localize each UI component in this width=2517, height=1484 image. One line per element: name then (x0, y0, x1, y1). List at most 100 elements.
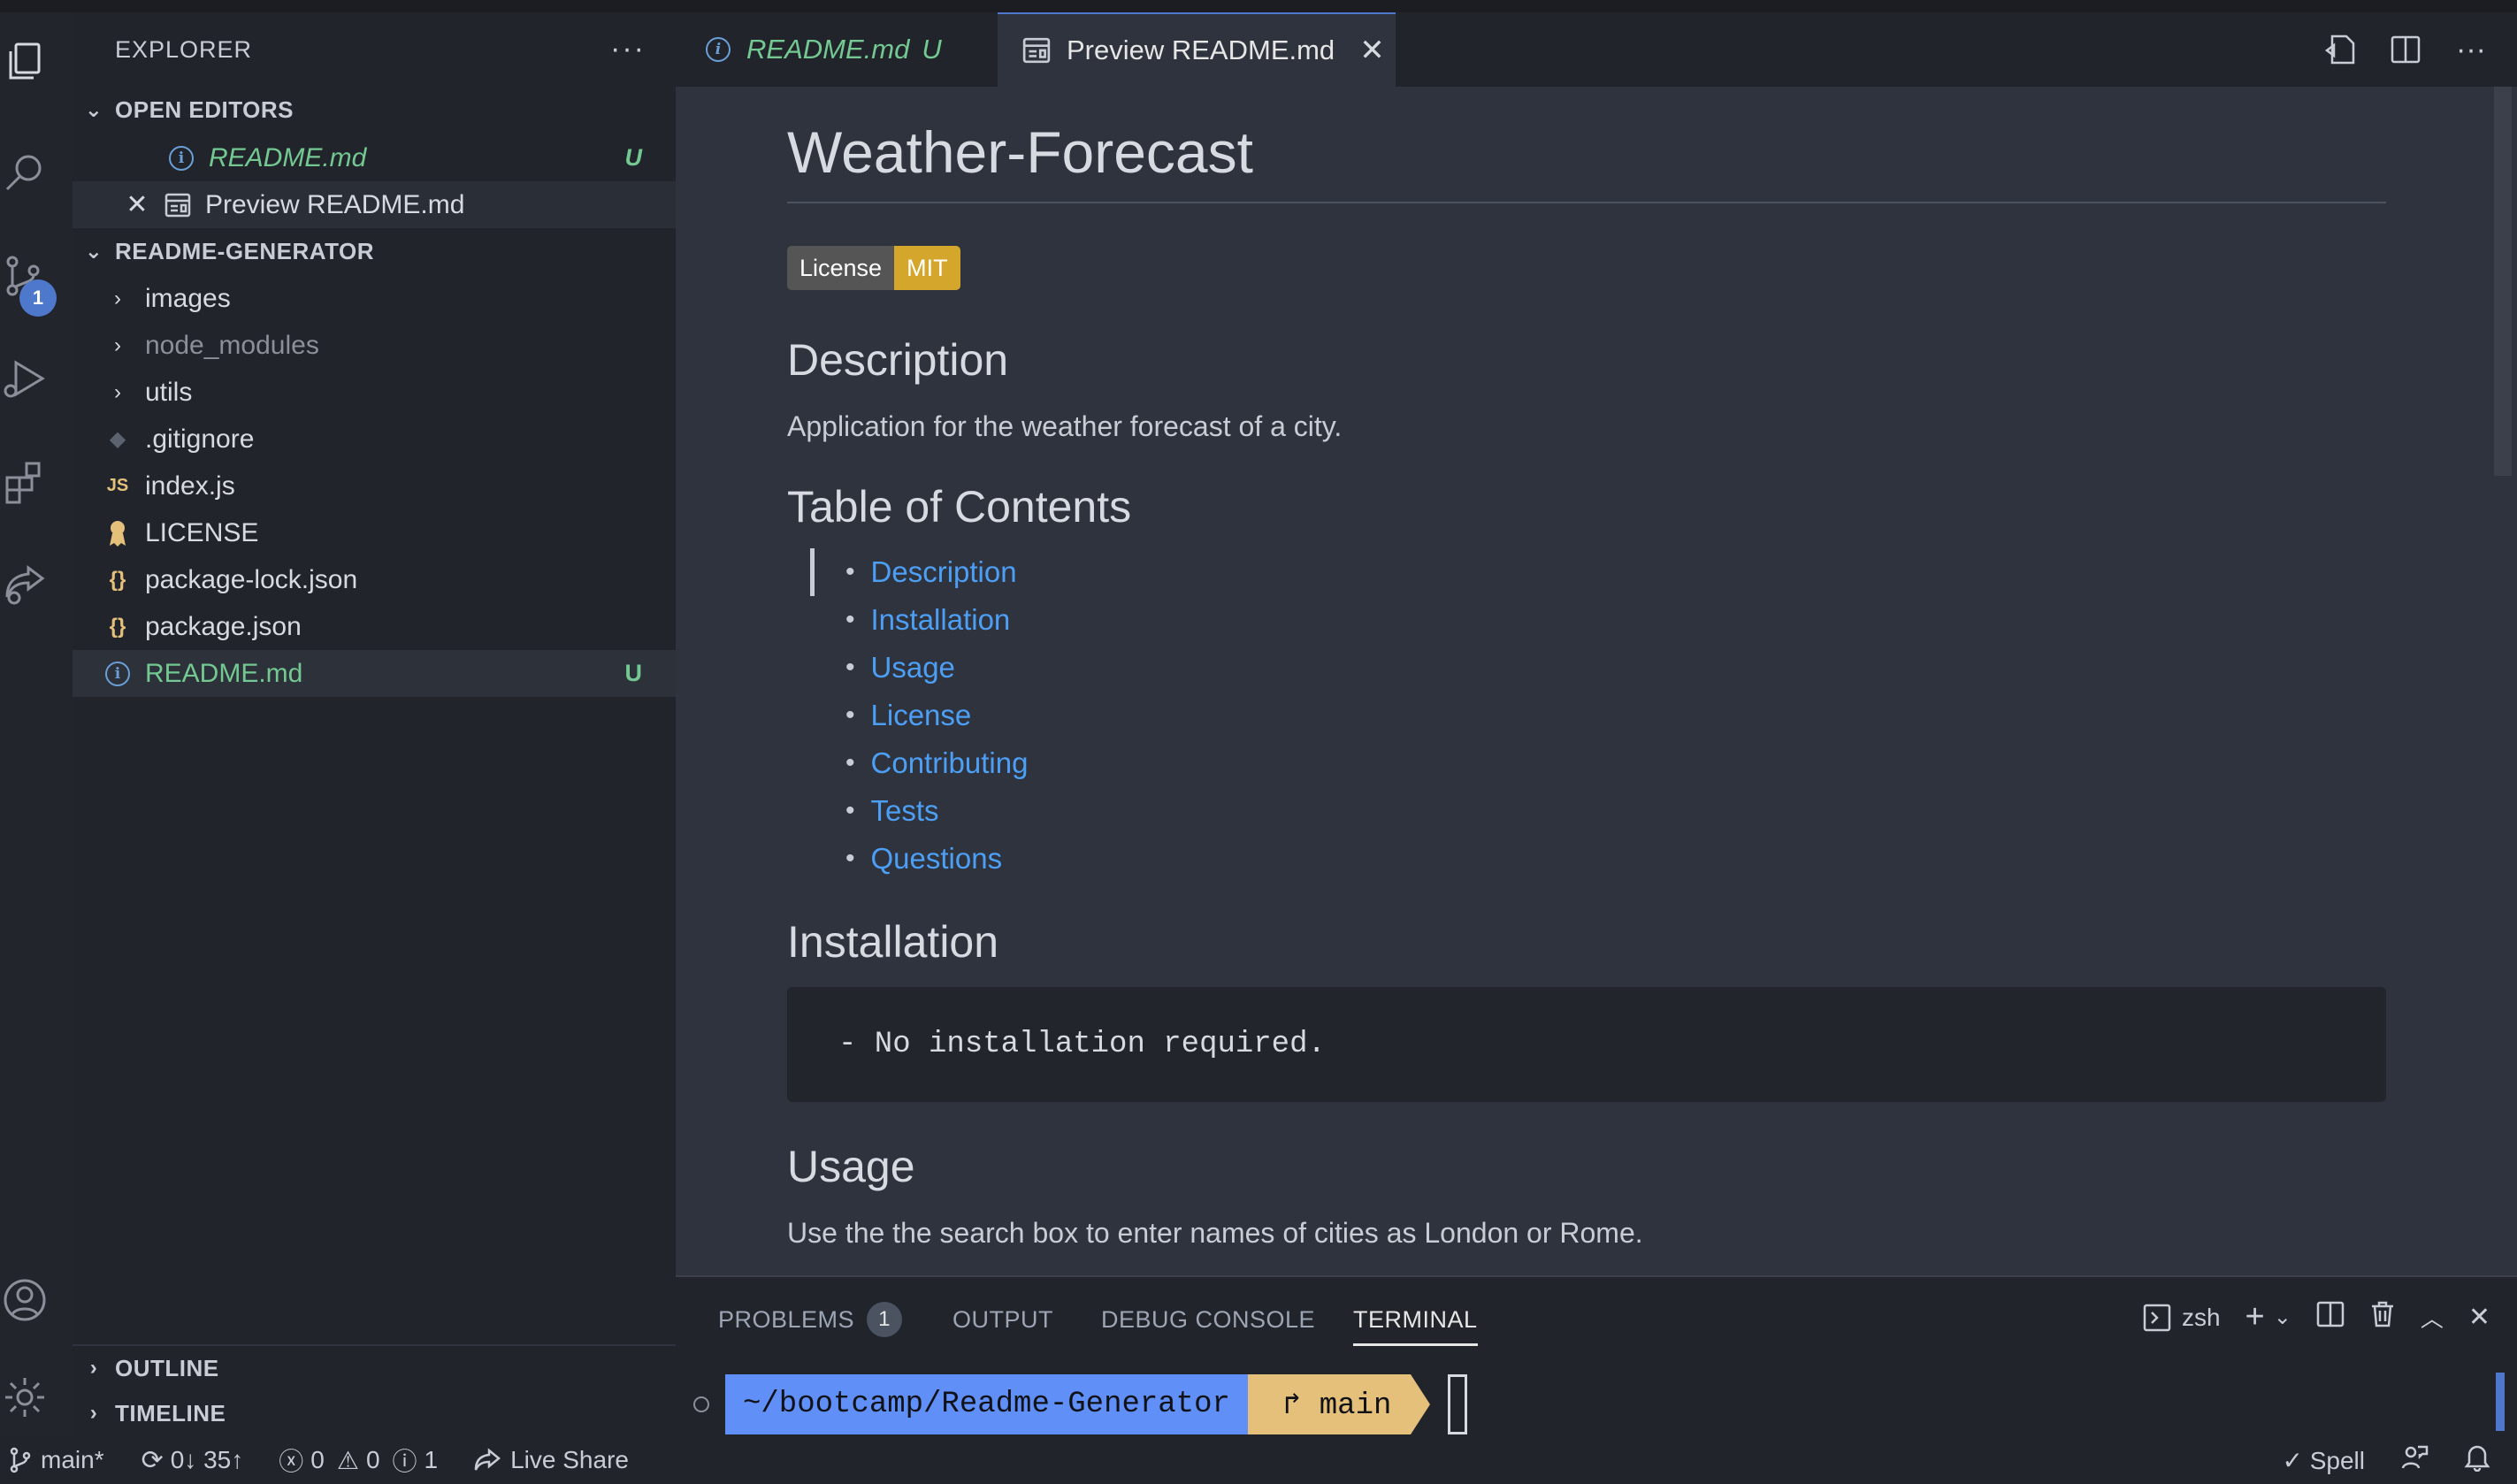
explorer-sidebar: EXPLORER ··· ⌄ OPEN EDITORS i README.md … (73, 12, 676, 1436)
tab-debug-console[interactable]: DEBUG CONSOLE (1101, 1302, 1315, 1337)
terminal-profile[interactable]: zsh (2143, 1304, 2221, 1332)
close-tab-icon[interactable]: ✕ (1359, 33, 1385, 68)
file-package-json[interactable]: {} package.json (73, 603, 676, 650)
feedback-icon[interactable] (2400, 1443, 2429, 1478)
json-icon: {} (109, 567, 126, 592)
prompt-status-icon (693, 1396, 709, 1412)
new-terminal-icon[interactable]: + (2245, 1298, 2265, 1336)
license-badge[interactable]: License MIT (787, 246, 960, 290)
warning-icon: ⚠ (336, 1446, 359, 1474)
open-editor-preview[interactable]: ✕ Preview README.md (73, 181, 676, 228)
open-editor-readme[interactable]: i README.md U (73, 134, 676, 181)
toc-heading: Table of Contents (787, 482, 1132, 532)
split-terminal-icon[interactable] (2316, 1300, 2345, 1335)
javascript-icon: JS (106, 476, 129, 495)
editor-scrollbar[interactable] (2489, 87, 2517, 1275)
chevron-down-icon: ⌄ (84, 239, 103, 264)
usage-heading: Usage (787, 1142, 915, 1191)
prompt-path: ~/bootcamp/Readme-Generator (725, 1374, 1267, 1434)
preview-icon (1022, 37, 1051, 64)
more-actions-icon[interactable]: ··· (610, 32, 646, 66)
close-icon[interactable]: ✕ (124, 189, 150, 220)
file-gitignore[interactable]: ◆ .gitignore (73, 416, 676, 463)
spell-check-status[interactable]: ✓ Spell (2282, 1446, 2365, 1475)
error-icon: ⓧ (279, 1448, 304, 1475)
description-heading: Description (787, 335, 1009, 385)
git-icon: ◆ (109, 427, 126, 451)
chevron-down-icon: ⌄ (84, 97, 103, 122)
split-editor-icon[interactable] (2386, 30, 2425, 69)
file-package-lock[interactable]: {} package-lock.json (73, 556, 676, 603)
settings-gear-icon[interactable] (0, 1369, 50, 1426)
account-icon[interactable] (0, 1272, 50, 1328)
git-branch-icon (10, 1447, 31, 1473)
license-icon (104, 520, 131, 547)
file-index-js[interactable]: JS index.js (73, 463, 676, 509)
json-icon: {} (109, 614, 126, 639)
search-icon[interactable] (0, 145, 50, 202)
explorer-icon[interactable] (0, 34, 50, 90)
check-icon: ✓ (2282, 1446, 2303, 1474)
tab-problems[interactable]: PROBLEMS 1 (718, 1302, 903, 1337)
folder-images[interactable]: › images (73, 275, 676, 322)
terminal-prompt[interactable]: ~/bootcamp/Readme-Generator ↱ main (693, 1374, 1468, 1434)
tab-readme[interactable]: i README.md U (676, 12, 998, 87)
preview-icon (164, 193, 191, 218)
status-bar: main* ⟳ 0↓ 35↑ ⓧ 0 ⚠ 0 ⓘ 1 Live Share ✓ … (0, 1436, 2517, 1484)
terminal-scrollbar[interactable] (2496, 1373, 2505, 1431)
problems-count: 1 (867, 1302, 903, 1337)
markdown-preview[interactable]: Weather-Forecast License MIT Description… (676, 87, 2489, 1275)
sync-icon: ⟳ (141, 1445, 164, 1475)
project-header[interactable]: ⌄ README-GENERATOR (73, 228, 676, 274)
untracked-badge: U (624, 144, 643, 171)
timeline-header[interactable]: › TIMELINE (73, 1390, 676, 1436)
info-icon: ⓘ (392, 1448, 417, 1475)
toc-link[interactable]: Contributing (854, 739, 1029, 787)
toc-link[interactable]: License (854, 692, 1028, 739)
info-icon: i (105, 661, 130, 686)
more-actions-icon[interactable]: ··· (2452, 30, 2490, 69)
live-share-icon[interactable] (0, 555, 50, 612)
folder-node-modules[interactable]: › node_modules (73, 322, 676, 369)
trash-icon[interactable] (2369, 1300, 2396, 1335)
toc-link[interactable]: Questions (854, 835, 1028, 883)
run-debug-icon[interactable] (0, 350, 50, 407)
branch-indicator[interactable]: main* (9, 1446, 104, 1474)
open-source-icon[interactable] (2321, 30, 2360, 69)
problems-indicator[interactable]: ⓧ 0 ⚠ 0 ⓘ 1 (279, 1442, 438, 1478)
sync-indicator[interactable]: ⟳ 0↓ 35↑ (142, 1445, 244, 1476)
tab-terminal[interactable]: TERMINAL (1353, 1302, 1478, 1346)
explorer-title: EXPLORER (115, 35, 253, 63)
toc-link[interactable]: Tests (854, 787, 1028, 835)
installation-heading: Installation (787, 917, 999, 967)
extensions-icon[interactable] (0, 453, 50, 509)
open-editors-header[interactable]: ⌄ OPEN EDITORS (73, 87, 676, 133)
installation-code-block: - No installation required. (787, 987, 2386, 1102)
file-readme[interactable]: i README.md U (73, 650, 676, 697)
outline-header[interactable]: › OUTLINE (73, 1344, 676, 1390)
live-share-status[interactable]: Live Share (473, 1446, 629, 1474)
close-panel-icon[interactable]: ✕ (2468, 1302, 2490, 1333)
cursor-bar (810, 548, 815, 596)
chevron-right-icon: › (114, 379, 121, 404)
untracked-badge: U (624, 660, 643, 686)
chevron-right-icon: › (114, 286, 121, 310)
prompt-branch: ↱ main (1247, 1374, 1430, 1434)
toc-link[interactable]: Description (854, 548, 1028, 596)
folder-utils[interactable]: › utils (73, 369, 676, 416)
tab-preview-readme[interactable]: Preview README.md ✕ (998, 12, 1396, 87)
notifications-bell-icon[interactable] (2464, 1443, 2490, 1478)
source-control-badge: 1 (19, 279, 57, 317)
description-text: Application for the weather forecast of … (787, 410, 1343, 442)
file-license[interactable]: LICENSE (73, 509, 676, 556)
chevron-right-icon: › (114, 333, 121, 357)
maximize-panel-icon[interactable]: ︿ (2421, 1301, 2444, 1334)
terminal-cursor (1448, 1374, 1468, 1434)
tab-output[interactable]: OUTPUT (952, 1302, 1053, 1337)
toc-link[interactable]: Usage (854, 644, 1028, 692)
scrollbar-thumb[interactable] (2494, 87, 2512, 476)
chevron-down-icon[interactable]: ⌄ (2274, 1304, 2291, 1330)
title-strip (0, 0, 2517, 12)
editor-tab-bar: i README.md U Preview README.md ✕ ··· (676, 12, 2517, 87)
toc-link[interactable]: Installation (854, 596, 1028, 644)
